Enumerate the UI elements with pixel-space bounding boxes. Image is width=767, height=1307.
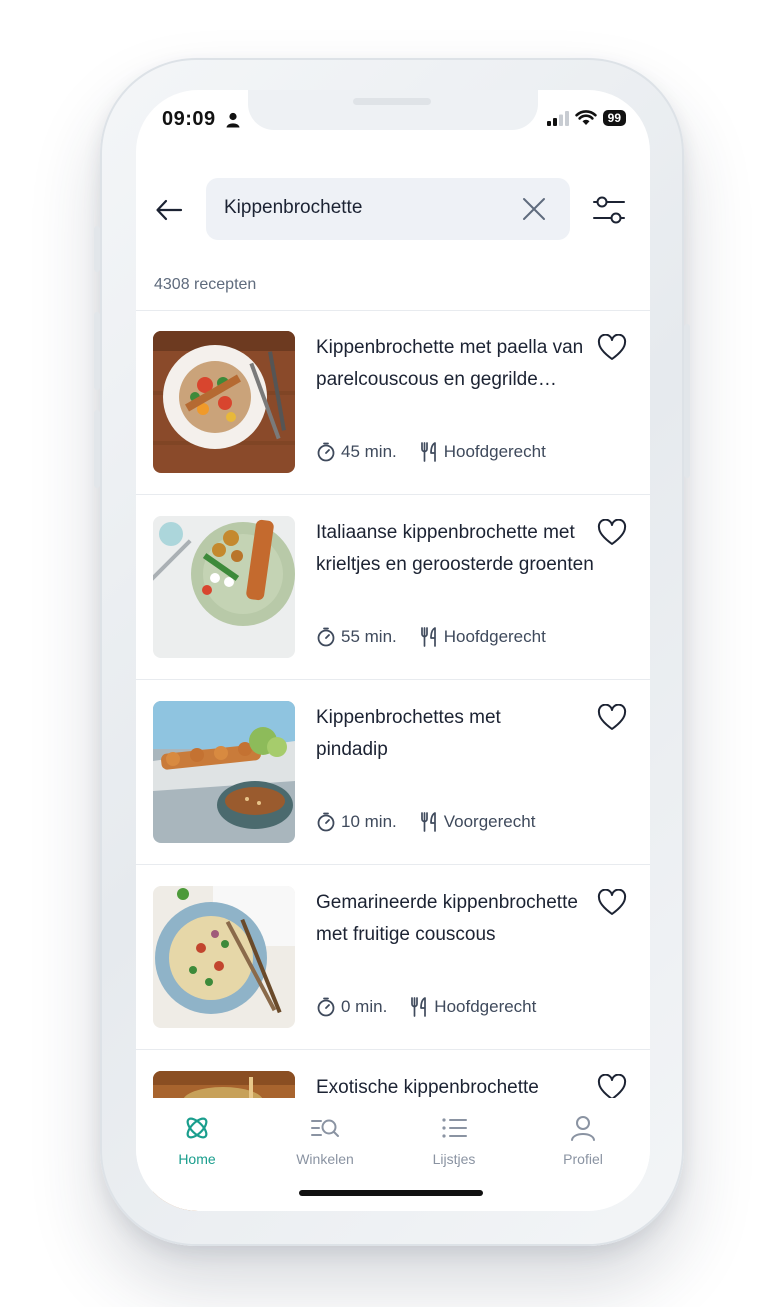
volume-down-button bbox=[94, 410, 100, 488]
recipe-meta: 0 min. Hoofdgerecht bbox=[316, 997, 536, 1017]
timer-icon bbox=[317, 997, 335, 1017]
cutlery-icon bbox=[411, 997, 427, 1017]
home-indicator bbox=[299, 1190, 483, 1196]
recipe-course: Hoofdgerecht bbox=[443, 442, 546, 461]
recipe-meta: 10 min. Voorgerecht bbox=[316, 812, 535, 832]
search-query: Kippenbrochette bbox=[224, 197, 363, 218]
cutlery-icon bbox=[420, 627, 436, 647]
tab-profiel[interactable]: Profiel bbox=[533, 1114, 633, 1167]
recipe-time: 55 min. bbox=[341, 627, 397, 646]
atom-icon bbox=[186, 1117, 208, 1139]
speaker bbox=[353, 98, 431, 105]
recipe-title: Gemarineerde kippenbrochette met fruitig… bbox=[316, 892, 578, 945]
person-icon bbox=[571, 1116, 595, 1141]
timer-icon bbox=[317, 812, 335, 832]
recipe-time: 10 min. bbox=[341, 812, 397, 831]
recipe-time: 0 min. bbox=[341, 997, 388, 1016]
cutlery-icon bbox=[420, 812, 436, 832]
clear-icon[interactable] bbox=[522, 197, 546, 221]
signal-icon bbox=[546, 110, 569, 126]
person-status-icon bbox=[226, 112, 240, 128]
recipe-image bbox=[153, 701, 295, 843]
recipe-image bbox=[153, 516, 295, 658]
heart-icon[interactable] bbox=[597, 704, 627, 732]
app-screen: 09:09 99 Kippenbrochette 4308 recepten K… bbox=[136, 90, 650, 1211]
recipe-meta: 45 min. Hoofdgerecht bbox=[316, 442, 546, 462]
recipe-card[interactable]: Kippenbrochette met paella van parelcous… bbox=[136, 310, 650, 495]
recipe-course: Hoofdgerecht bbox=[434, 997, 537, 1016]
recipe-title: Kippenbrochette met paella van parelcous… bbox=[316, 337, 584, 390]
search-list-icon bbox=[311, 1119, 339, 1137]
recipe-list: Kippenbrochette met paella van parelcous… bbox=[136, 310, 650, 1211]
search-input[interactable]: Kippenbrochette bbox=[206, 178, 570, 240]
recipe-card[interactable]: Kippenbrochettes met pindadip 10 min. Vo… bbox=[136, 680, 650, 865]
tab-winkelen[interactable]: Winkelen bbox=[275, 1114, 375, 1167]
tab-label: Lijstjes bbox=[432, 1151, 476, 1167]
tab-label: Home bbox=[178, 1151, 216, 1167]
recipe-meta: 55 min. Hoofdgerecht bbox=[316, 627, 546, 647]
tab-lijstjes[interactable]: Lijstjes bbox=[404, 1114, 504, 1167]
recipe-image bbox=[153, 886, 295, 1028]
heart-icon[interactable] bbox=[597, 334, 627, 362]
recipe-time: 45 min. bbox=[341, 442, 397, 461]
recipe-course: Hoofdgerecht bbox=[443, 627, 546, 646]
recipe-course: Voorgerecht bbox=[443, 812, 536, 831]
back-arrow-icon[interactable] bbox=[154, 196, 184, 224]
notch bbox=[248, 90, 538, 130]
tab-label: Winkelen bbox=[296, 1151, 354, 1167]
recipe-image bbox=[153, 331, 295, 473]
recipe-card[interactable]: Italiaanse kippenbrochette met krieltjes… bbox=[136, 495, 650, 680]
results-count: 4308 recepten bbox=[154, 276, 257, 293]
recipe-title: Kippenbrochettes met pindadip bbox=[316, 707, 501, 760]
power-button bbox=[684, 324, 690, 478]
recipe-card[interactable]: Gemarineerde kippenbrochette met fruitig… bbox=[136, 865, 650, 1050]
cutlery-icon bbox=[420, 442, 436, 462]
timer-icon bbox=[317, 442, 335, 462]
wifi-icon bbox=[574, 110, 597, 125]
heart-icon[interactable] bbox=[597, 519, 627, 547]
heart-icon[interactable] bbox=[597, 889, 627, 917]
timer-icon bbox=[317, 627, 335, 647]
status-time: 09:09 bbox=[162, 108, 216, 130]
status-indicators: 99 bbox=[546, 110, 626, 126]
tab-label: Profiel bbox=[563, 1151, 603, 1167]
mute-switch bbox=[94, 226, 100, 272]
search-header: Kippenbrochette bbox=[136, 178, 650, 242]
battery-indicator: 99 bbox=[602, 110, 626, 126]
recipe-title: Italiaanse kippenbrochette met krieltjes… bbox=[316, 522, 594, 575]
list-icon bbox=[442, 1118, 467, 1138]
filter-icon[interactable] bbox=[592, 194, 626, 226]
tab-home[interactable]: Home bbox=[147, 1114, 247, 1167]
volume-up-button bbox=[94, 312, 100, 390]
